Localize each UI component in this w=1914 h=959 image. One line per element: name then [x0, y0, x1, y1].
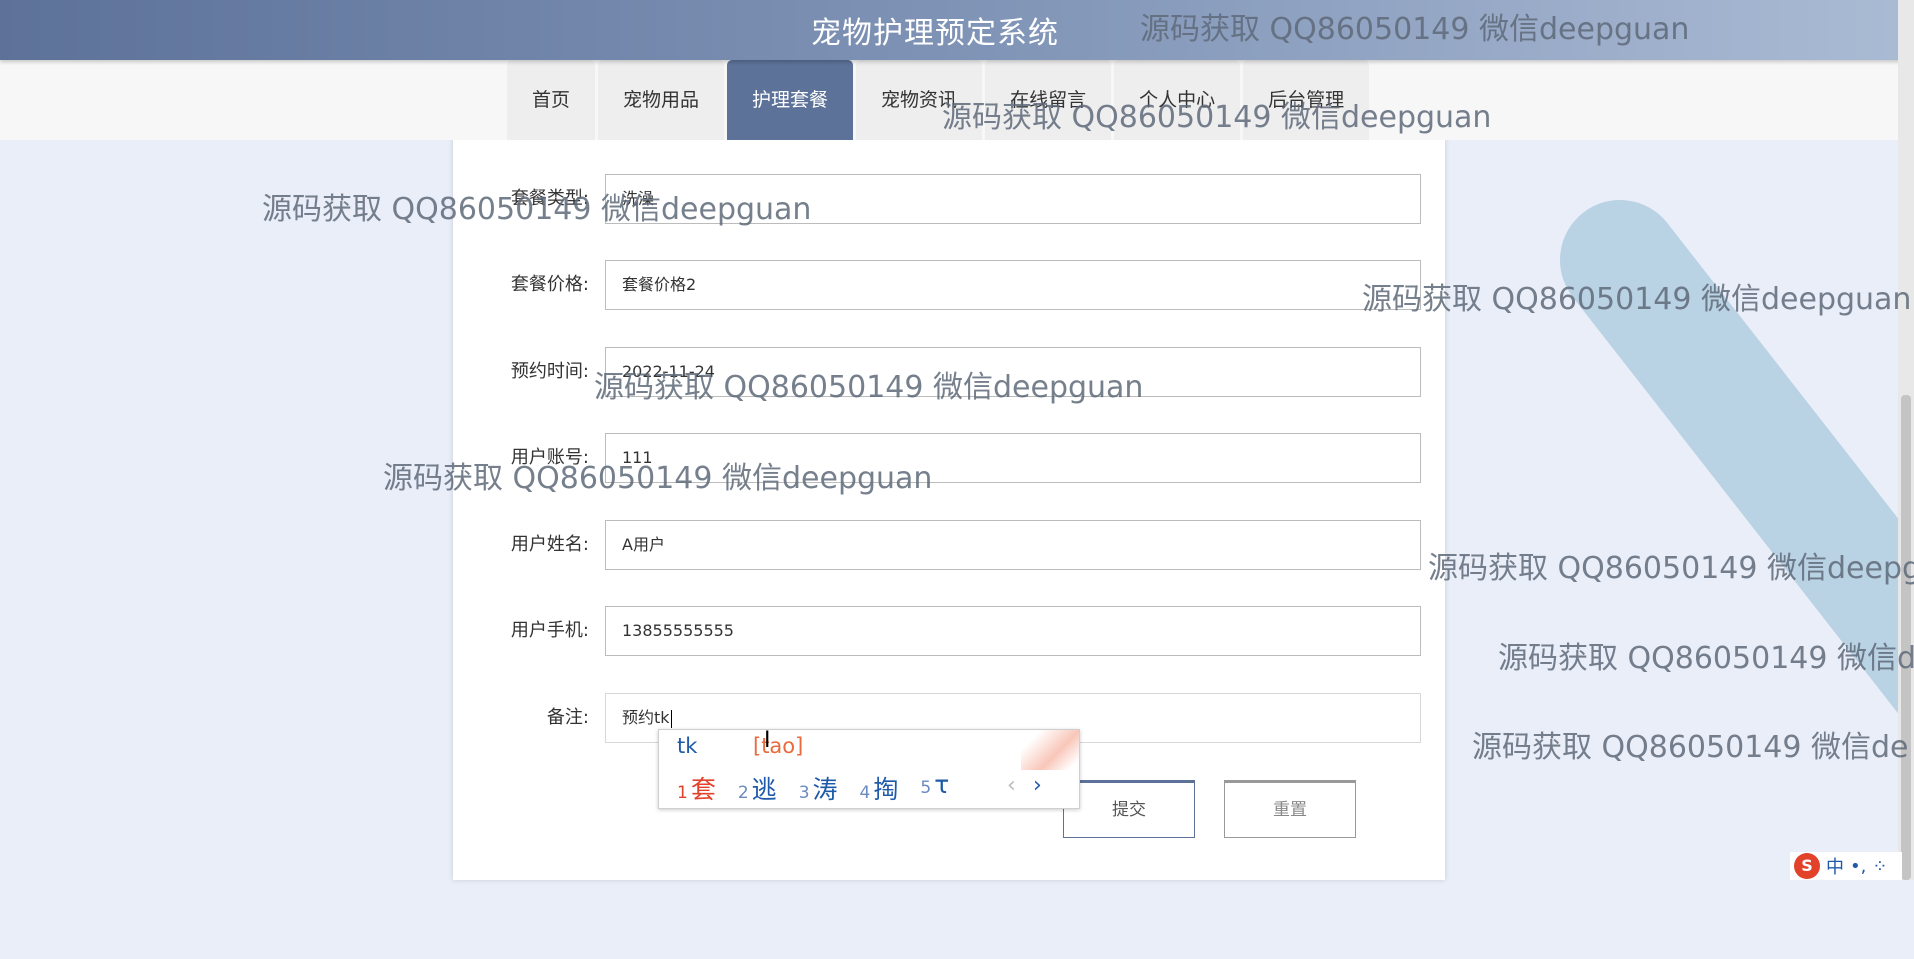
ime-candidate-4[interactable]: 4掏: [860, 770, 899, 806]
form-row-user-phone: 用户手机: 13855555555: [453, 606, 1445, 656]
ime-skin-decoration: [1021, 730, 1079, 770]
user-phone-label: 用户手机:: [510, 620, 589, 641]
ime-candidate-5[interactable]: 5τ: [920, 770, 949, 806]
nav-item-message-board[interactable]: 在线留言: [985, 60, 1112, 140]
watermark-text: 源码获取 QQ86050149 微信de: [1472, 730, 1909, 765]
remarks-value: 预约tk: [622, 708, 670, 727]
package-price-field[interactable]: 套餐价格2: [605, 260, 1421, 310]
ime-mode-indicator: 中: [1826, 857, 1844, 878]
ime-pinyin-hint: [tao]: [753, 734, 804, 758]
ime-menu-grid-icon: ⁘: [1872, 855, 1888, 877]
user-name-label: 用户姓名:: [510, 534, 589, 555]
nav-item-pet-supplies[interactable]: 宠物用品: [598, 60, 725, 140]
ime-next-page-icon[interactable]: ›: [1033, 773, 1042, 798]
package-price-label: 套餐价格:: [510, 274, 589, 295]
ime-punctuation-indicator: •,: [1850, 855, 1867, 877]
nav-item-care-packages[interactable]: 护理套餐: [727, 60, 854, 140]
nav-item-home[interactable]: 首页: [507, 60, 596, 140]
user-phone-field[interactable]: 13855555555: [605, 606, 1421, 656]
user-name-field[interactable]: A用户: [605, 520, 1421, 570]
nav-item-pet-news[interactable]: 宠物资讯: [856, 60, 983, 140]
ime-candidate-popup: tk [tao] 1套 2逃 3涛 4掏 5τ ‹ ›: [658, 729, 1080, 809]
app-title: 宠物护理预定系统: [811, 16, 1059, 51]
form-row-package-price: 套餐价格: 套餐价格2: [453, 260, 1445, 310]
form-row-user-account: 用户账号: 111: [453, 433, 1445, 483]
nav-item-personal-center[interactable]: 个人中心: [1114, 60, 1241, 140]
nav-item-admin[interactable]: 后台管理: [1243, 60, 1370, 140]
submit-button[interactable]: 提交: [1063, 780, 1195, 838]
ime-candidate-list: 1套 2逃 3涛 4掏 5τ: [677, 770, 949, 806]
ime-candidate-1[interactable]: 1套: [677, 770, 716, 806]
app-header: 宠物护理预定系统: [0, 0, 1914, 60]
remarks-label: 备注:: [546, 707, 589, 728]
background-decoration-stripe: [1535, 175, 1914, 959]
ime-candidate-2[interactable]: 2逃: [738, 770, 777, 806]
booking-time-label: 预约时间:: [510, 361, 589, 382]
form-row-package-type: 套餐类型: 洗澡: [453, 174, 1445, 224]
text-caret: [670, 709, 672, 728]
package-type-label: 套餐类型:: [510, 188, 589, 209]
main-nav: 首页 宠物用品 护理套餐 宠物资讯 在线留言 个人中心 后台管理: [507, 60, 1370, 140]
ime-candidate-3[interactable]: 3涛: [799, 770, 838, 806]
ime-composition: tk: [677, 734, 698, 758]
user-account-field[interactable]: 111: [605, 433, 1421, 483]
sogou-logo-icon: S: [1794, 853, 1820, 879]
booking-time-field[interactable]: 2022-11-24: [605, 347, 1421, 397]
reset-button[interactable]: 重置: [1224, 780, 1356, 838]
package-type-field[interactable]: 洗澡: [605, 174, 1421, 224]
form-row-booking-time: 预约时间: 2022-11-24: [453, 347, 1445, 397]
scrollbar-thumb[interactable]: [1901, 395, 1911, 880]
form-row-user-name: 用户姓名: A用户: [453, 520, 1445, 570]
ime-status-tray[interactable]: S 中 •, ⁘: [1790, 852, 1902, 880]
user-account-label: 用户账号:: [510, 447, 589, 468]
ime-prev-page-icon[interactable]: ‹: [1007, 773, 1016, 798]
mouse-ibeam-cursor-icon: I: [764, 728, 771, 753]
